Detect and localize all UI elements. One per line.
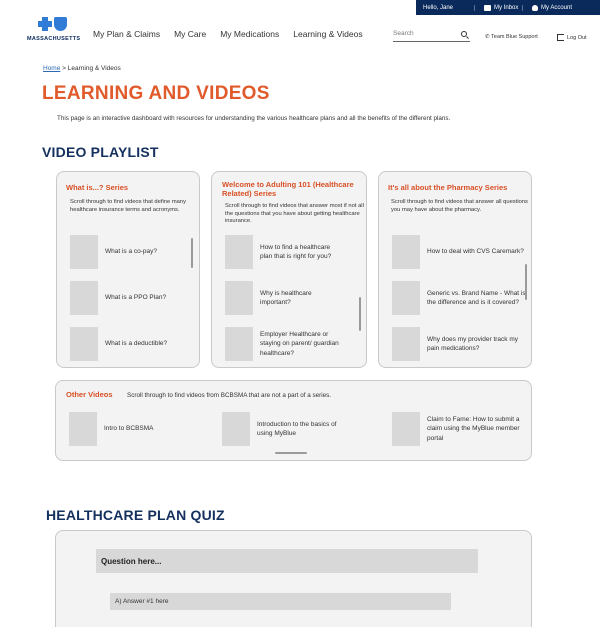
video-title[interactable]: Introduction to the basics of using MyBl… (257, 420, 352, 439)
nav-item-my-care[interactable]: My Care (174, 29, 206, 39)
video-thumbnail[interactable] (70, 327, 98, 361)
logout-link[interactable]: Log Out (557, 34, 587, 41)
utility-bar: Hello, Jane My Inbox My Account (416, 0, 600, 15)
series-title: It's all about the Pharmacy Series (388, 183, 508, 192)
video-title[interactable]: Why is healthcare important? (260, 289, 344, 308)
video-title[interactable]: Intro to BCBSMA (104, 424, 194, 434)
video-item[interactable]: What is a PPO Plan? (70, 281, 190, 315)
horizontal-scrollbar[interactable] (275, 452, 307, 454)
video-thumbnail[interactable] (222, 412, 250, 446)
series-description: Scroll through to find videos that defin… (70, 199, 187, 213)
quiz-card (55, 530, 532, 627)
inbox-label: My Inbox (494, 4, 519, 11)
support-label: Team Blue Support (491, 34, 538, 40)
quiz-answer-option[interactable]: A) Answer #1 here (110, 593, 451, 610)
video-title[interactable]: How to find a healthcare plan that is ri… (260, 243, 344, 262)
vertical-scrollbar[interactable] (525, 264, 527, 300)
logout-label: Log Out (567, 34, 587, 41)
search-icon[interactable] (461, 31, 467, 37)
video-title[interactable]: Employer Healthcare or staying on parent… (260, 330, 344, 359)
video-title[interactable]: Why does my provider track my pain medic… (427, 335, 527, 354)
greeting-text: Hello, Jane (423, 4, 454, 11)
breadcrumb: Home > Learning & Videos (43, 65, 121, 72)
video-title[interactable]: How to deal with CVS Caremark? (427, 247, 527, 257)
video-item[interactable]: Why does my provider track my pain medic… (392, 327, 527, 361)
series-title: What is...? Series (66, 183, 129, 192)
search-placeholder: Search (393, 30, 414, 37)
video-title[interactable]: Claim to Fame: How to submit a claim usi… (427, 415, 531, 444)
video-title[interactable]: What is a deductible? (105, 339, 190, 349)
nav-item-learning-videos[interactable]: Learning & Videos (293, 29, 362, 39)
video-thumbnail[interactable] (392, 235, 420, 269)
video-item[interactable]: Intro to BCBSMA (69, 412, 194, 446)
inbox-link[interactable]: My Inbox (474, 4, 522, 11)
search-input[interactable]: Search (393, 30, 470, 42)
video-item[interactable]: What is a deductible? (70, 327, 190, 361)
video-thumbnail[interactable] (392, 281, 420, 315)
video-item[interactable]: Why is healthcare important? (225, 281, 344, 315)
video-thumbnail[interactable] (392, 327, 420, 361)
nav-item-my-medications[interactable]: My Medications (220, 29, 279, 39)
team-blue-support-link[interactable]: ✆ Team Blue Support (485, 34, 538, 40)
user-icon (532, 4, 538, 11)
video-item[interactable]: How to deal with CVS Caremark? (392, 235, 527, 269)
video-title[interactable]: What is a co-pay? (105, 247, 190, 257)
other-videos-description: Scroll through to find videos from BCBSM… (127, 392, 332, 399)
blue-cross-shield-logo-icon (37, 15, 71, 35)
series-card-what-is: What is...? Series Scroll through to fin… (56, 171, 200, 368)
video-item[interactable]: Employer Healthcare or staying on parent… (225, 327, 344, 361)
series-card-adulting-101: Welcome to Adulting 101 (Healthcare Rela… (211, 171, 367, 368)
video-thumbnail[interactable] (225, 235, 253, 269)
video-thumbnail[interactable] (70, 281, 98, 315)
video-thumbnail[interactable] (70, 235, 98, 269)
video-item[interactable]: What is a co-pay? (70, 235, 190, 269)
video-thumbnail[interactable] (225, 327, 253, 361)
series-description: Scroll through to find videos that answe… (391, 199, 528, 213)
main-nav: My Plan & Claims My Care My Medications … (93, 29, 377, 39)
logo[interactable]: MASSACHUSETTS (27, 15, 81, 42)
page-intro: This page is an interactive dashboard wi… (57, 115, 451, 122)
quiz-heading: HEALTHCARE PLAN QUIZ (46, 507, 225, 523)
vertical-scrollbar[interactable] (359, 297, 361, 331)
greeting: Hello, Jane (416, 5, 474, 11)
video-thumbnail[interactable] (225, 281, 253, 315)
breadcrumb-current: Learning & Videos (67, 65, 121, 72)
video-item[interactable]: Generic vs. Brand Name - What is the dif… (392, 281, 527, 315)
video-title[interactable]: Generic vs. Brand Name - What is the dif… (427, 289, 527, 308)
quiz-question: Question here... (96, 549, 478, 573)
vertical-scrollbar[interactable] (191, 238, 193, 268)
page-title: LEARNING AND VIDEOS (42, 83, 270, 104)
video-item[interactable]: Introduction to the basics of using MyBl… (222, 412, 352, 446)
other-videos-title: Other Videos (66, 390, 113, 399)
logout-icon (557, 34, 564, 41)
series-title: Welcome to Adulting 101 (Healthcare Rela… (222, 180, 354, 198)
other-videos-card: Other Videos Scroll through to find vide… (55, 380, 532, 461)
breadcrumb-home[interactable]: Home (43, 65, 60, 72)
series-description: Scroll through to find videos that answe… (225, 203, 364, 225)
video-thumbnail[interactable] (69, 412, 97, 446)
account-link[interactable]: My Account (522, 4, 573, 11)
video-item[interactable]: How to find a healthcare plan that is ri… (225, 235, 344, 269)
mail-icon (484, 4, 491, 11)
video-title[interactable]: What is a PPO Plan? (105, 293, 190, 303)
video-thumbnail[interactable] (392, 412, 420, 446)
account-label: My Account (541, 4, 573, 11)
breadcrumb-separator: > (62, 65, 66, 72)
nav-item-my-plan-claims[interactable]: My Plan & Claims (93, 29, 160, 39)
logo-text: MASSACHUSETTS (27, 36, 81, 42)
video-item[interactable]: Claim to Fame: How to submit a claim usi… (392, 412, 531, 446)
series-card-pharmacy: It's all about the Pharmacy Series Scrol… (378, 171, 532, 368)
video-playlist-heading: VIDEO PLAYLIST (42, 144, 159, 160)
